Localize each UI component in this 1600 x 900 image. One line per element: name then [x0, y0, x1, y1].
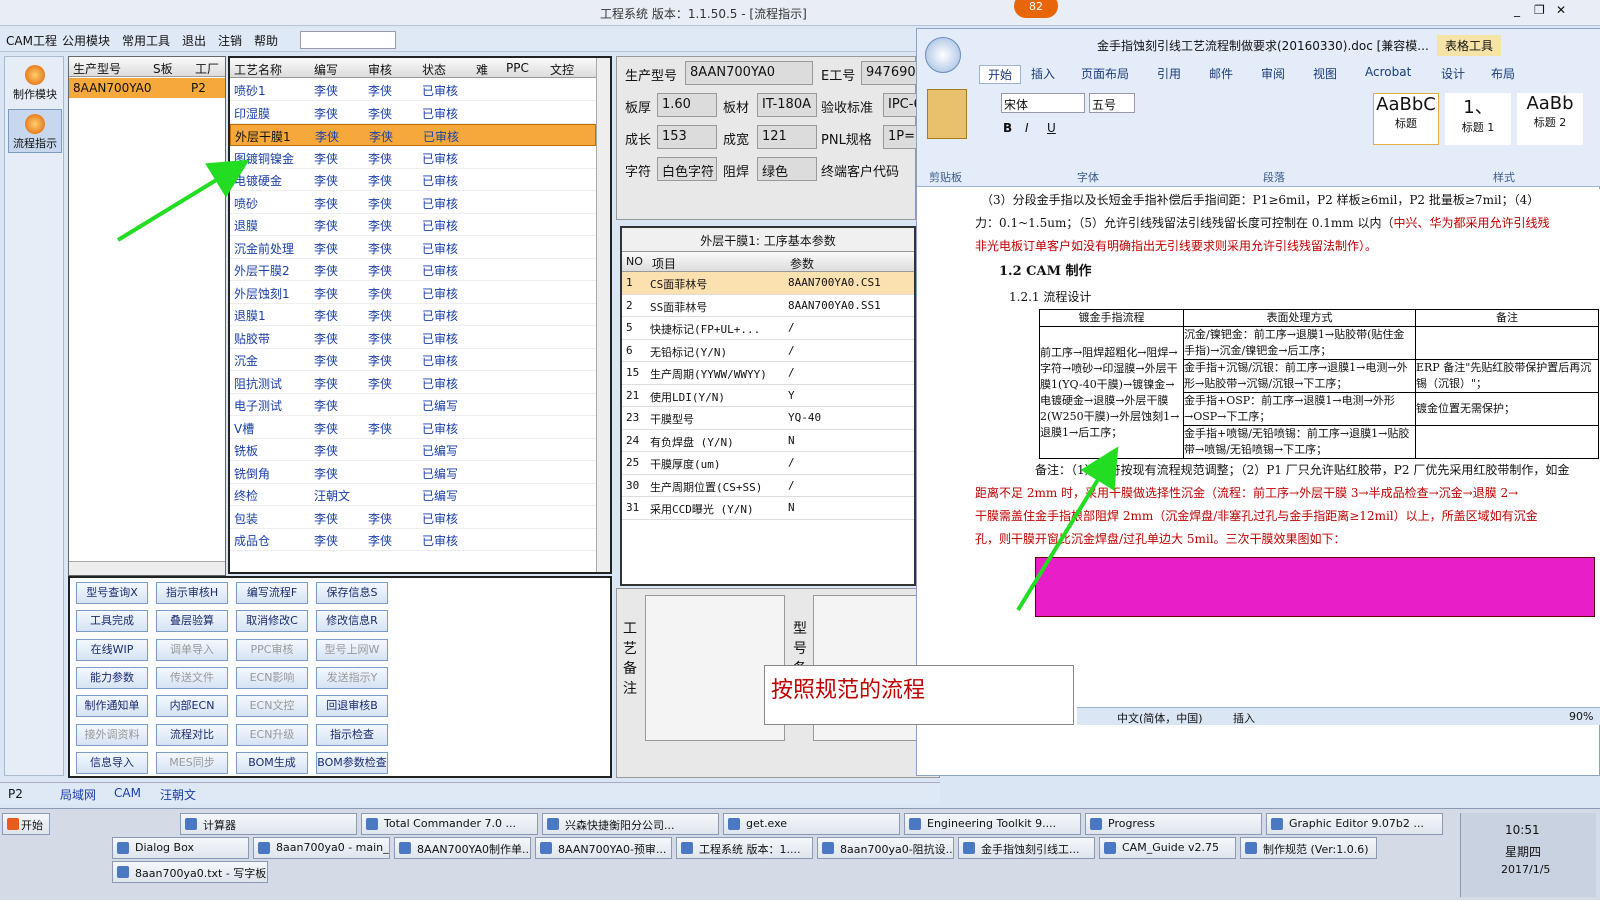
app-icon [728, 818, 740, 830]
app-icon [366, 818, 378, 830]
app-icon [681, 842, 693, 854]
taskbar-item[interactable]: 8AAN700YA0制作单... [394, 837, 531, 859]
clock-day: 星期四 [1505, 845, 1542, 859]
taskbar: 开始 计算器 Total Commander 7.0 ... 兴森快捷衡阳分公司..… [0, 808, 1600, 900]
app-icon [399, 842, 411, 854]
taskbar-item[interactable]: 计算器 [180, 813, 357, 835]
clock-date: 2017/1/5 [1501, 863, 1551, 876]
app-icon [540, 842, 552, 854]
app-icon [117, 842, 129, 854]
taskbar-item[interactable]: 兴森快捷衡阳分公司... [542, 813, 719, 835]
start-button[interactable]: 开始 [2, 813, 50, 835]
app-icon [185, 818, 197, 830]
app-icon [1271, 818, 1283, 830]
app-icon [258, 842, 270, 854]
app-icon [1090, 818, 1102, 830]
clock-time[interactable]: 10:51 [1505, 823, 1540, 837]
app-icon [1245, 842, 1257, 854]
taskbar-item[interactable]: Engineering Toolkit 9.... [904, 813, 1081, 835]
taskbar-item[interactable]: Graphic Editor 9.07b2 ... [1266, 813, 1443, 835]
taskbar-item[interactable]: Total Commander 7.0 ... [361, 813, 538, 835]
annotation-arrows [116, 159, 1119, 612]
taskbar-item[interactable]: Progress [1085, 813, 1262, 835]
taskbar-item[interactable]: Dialog Box [112, 837, 249, 859]
app-icon [1104, 842, 1116, 854]
taskbar-item[interactable]: 8aan700ya0.txt - 写字板 [112, 861, 268, 883]
taskbar-item[interactable]: CAM_Guide v2.75 [1099, 837, 1236, 859]
arrow-2 [1016, 446, 1119, 612]
taskbar-item[interactable]: get.exe [723, 813, 900, 835]
app-icon [963, 842, 975, 854]
taskbar-item[interactable]: 工程系统 版本：1.... [676, 837, 813, 859]
app-icon [822, 842, 834, 854]
system-tray: 10:51 星期四 2017/1/5 [1460, 813, 1596, 897]
app-icon [547, 818, 559, 830]
taskbar-item[interactable]: 制作规范 (Ver:1.0.6) [1240, 837, 1377, 859]
taskbar-item[interactable]: 金手指蚀刻引线工... [958, 837, 1095, 859]
taskbar-item[interactable]: 8aan700ya0 - main_qa [253, 837, 390, 859]
callout-box: 按照规范的流程 [764, 665, 1074, 725]
arrow-1 [116, 159, 250, 242]
taskbar-item[interactable]: 8aan700ya0-阻抗设... [817, 837, 954, 859]
app-icon [117, 866, 129, 878]
taskbar-item[interactable]: 8AAN700YA0-预审... [535, 837, 672, 859]
app-icon [909, 818, 921, 830]
